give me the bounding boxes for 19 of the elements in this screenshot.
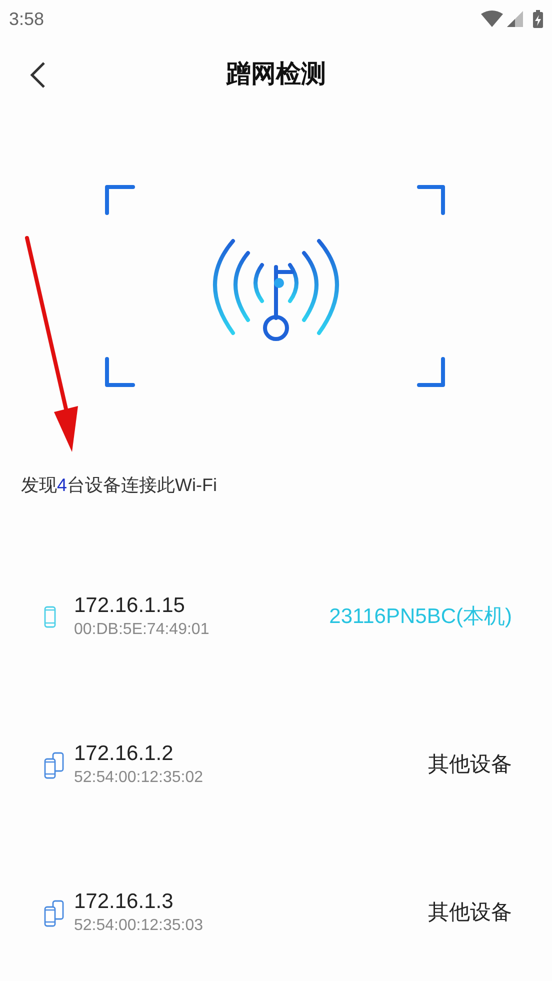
phones-icon xyxy=(44,752,64,778)
wifi-icon xyxy=(481,10,503,28)
device-label: 其他设备 xyxy=(428,752,512,778)
device-label: 23116PN5BC(本机) xyxy=(329,604,512,630)
page-title: 蹭网检测 xyxy=(226,59,326,90)
device-count-summary: 发现4台设备连接此Wi-Fi xyxy=(21,474,218,497)
device-mac: 00:DB:5E:74:49:01 xyxy=(74,620,210,640)
phone-icon xyxy=(44,606,56,628)
device-mac: 52:54:00:12:35:02 xyxy=(74,768,204,788)
device-ip: 172.16.1.3 xyxy=(74,889,174,915)
back-icon xyxy=(30,61,46,89)
phones-icon xyxy=(44,900,64,926)
status-time: 3:58 xyxy=(9,8,44,30)
signal-icon xyxy=(507,11,523,27)
device-ip: 172.16.1.2 xyxy=(74,741,174,767)
battery-icon xyxy=(533,10,543,28)
device-mac: 52:54:00:12:35:03 xyxy=(74,916,204,936)
device-ip: 172.16.1.15 xyxy=(74,593,186,619)
device-label: 其他设备 xyxy=(428,900,512,926)
